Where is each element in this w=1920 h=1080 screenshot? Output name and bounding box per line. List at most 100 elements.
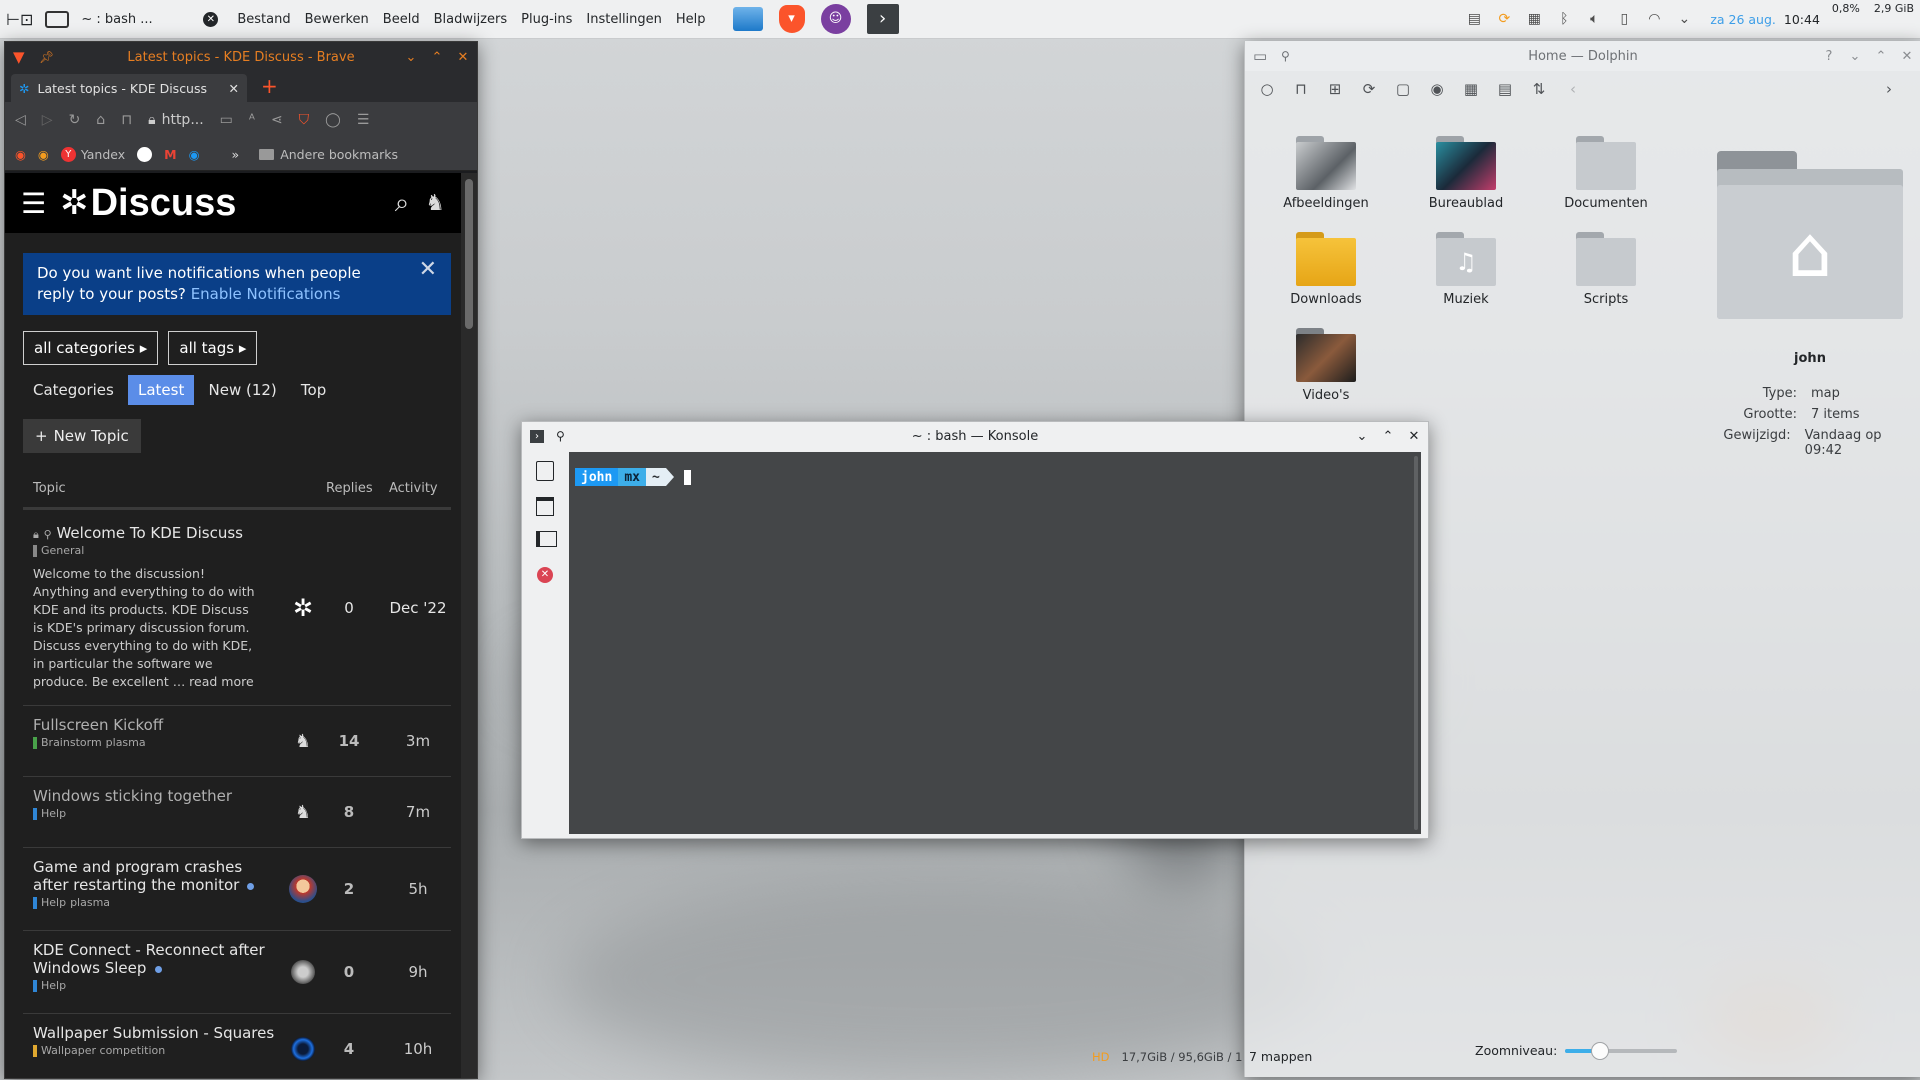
chevron-down-icon[interactable]: ⌄ [1675,10,1693,28]
new-tab-icon[interactable] [536,461,554,481]
zoom-slider[interactable] [1565,1041,1678,1060]
new-file-icon[interactable]: ▢ [1393,80,1413,98]
terminal-scrollbar[interactable] [1414,456,1418,830]
menu-bladwijzers[interactable]: Bladwijzers [427,12,515,27]
folder-videos[interactable]: Video's [1261,328,1391,403]
table-row[interactable]: 🔒︎ ⚲ Welcome To KDE Discuss General Welc… [23,510,451,706]
icons-view-icon[interactable]: ▦ [1461,80,1481,98]
activity-time[interactable]: 3m [383,706,453,776]
brave-shields-icon[interactable]: ⛉ [299,112,310,128]
tag-label[interactable]: plasma [106,736,146,749]
help-icon[interactable]: ? [1821,49,1837,64]
pin-icon[interactable]: ⚲ [556,429,565,443]
col-topic[interactable]: Topic [33,481,66,496]
konsole-titlebar[interactable]: › ⚲ ~ : bash — Konsole ⌄ ⌃ ✕ [522,422,1428,450]
close-window-button[interactable]: ✕ [197,0,224,38]
nav-new[interactable]: New (12) [199,375,287,405]
home-icon[interactable]: ⌂ [96,112,105,128]
split-horizontal-icon[interactable] [536,497,554,516]
folder-downloads[interactable]: Downloads [1261,232,1391,307]
gmail-icon[interactable]: M [164,147,176,162]
brave-titlebar[interactable]: ▼ 📌︎ Latest topics - KDE Discuss - Brave… [5,42,477,72]
sort-icon[interactable]: ⇅ [1529,80,1549,98]
split-vertical-icon[interactable] [536,531,557,547]
close-session-icon[interactable]: ✕ [537,567,553,583]
folder-afbeeldingen[interactable]: Afbeeldingen [1261,136,1391,211]
maximize-icon[interactable]: ⌃ [429,50,445,65]
forward-icon[interactable]: ▷ [42,112,53,128]
menu-help[interactable]: Help [669,12,713,27]
search-icon[interactable]: ⌕ [395,188,410,219]
clock[interactable]: za 26 aug. 10:44 [1704,0,1826,38]
col-replies[interactable]: Replies [326,481,373,496]
poster-avatar[interactable]: ♞ [283,777,323,847]
folder-scripts[interactable]: Scripts [1541,232,1671,307]
address-bar[interactable]: 🔒︎ http... [148,112,204,128]
activity-time[interactable]: 9h [383,931,453,1013]
select-icon[interactable]: ○ [1257,80,1277,98]
minimize-icon[interactable]: ⌄ [1847,49,1863,64]
table-row[interactable]: Game and program crashes after restartin… [23,848,451,931]
more-bookmarks-icon[interactable]: » [232,147,240,162]
bluetooth-icon[interactable]: ᛒ [1555,10,1573,28]
bookmark-blue-icon[interactable]: ◉ [189,147,200,162]
enable-notifications-link[interactable]: Enable Notifications [191,285,341,303]
tag-label[interactable]: plasma [70,896,110,909]
poster-avatar[interactable]: ♞ [283,706,323,776]
col-activity[interactable]: Activity [389,481,438,496]
scrollbar-thumb[interactable] [465,179,473,329]
brave-rewards-icon[interactable]: ◉ [15,147,26,162]
pin-icon[interactable]: 📌︎ [39,50,54,64]
translate-icon[interactable]: ᴬ [249,112,255,128]
table-row[interactable]: Wallpaper Submission - Squares Wallpaper… [23,1014,451,1078]
konsole-task-icon[interactable]: › [866,4,899,34]
table-row[interactable]: Windows sticking together Help ♞ 8 7m [23,777,451,848]
folder-documenten[interactable]: Documenten [1541,136,1671,211]
phone-icon[interactable]: ▯ [1615,10,1633,28]
maximize-icon[interactable]: ⌃ [1380,429,1396,444]
system-monitor[interactable]: 0,8% 2,9 GiB [1826,0,1920,40]
menu-plugins[interactable]: Plug-ins [514,12,579,27]
menu-icon[interactable]: ☰ [357,112,370,128]
bookmark-icon[interactable]: ⊓ [121,112,132,128]
kde-logo-icon[interactable]: ✲ [60,183,89,223]
activity-time[interactable]: 7m [383,777,453,847]
folder-bureaublad[interactable]: Bureaublad [1401,136,1531,211]
minimize-icon[interactable]: ⌄ [403,50,419,65]
zoom-slider-handle[interactable] [1590,1041,1609,1060]
discuss-logo-text[interactable]: Discuss [91,182,237,225]
app-launcher-button[interactable]: ⊢⊡ [0,0,39,38]
close-icon[interactable]: ✕ [455,50,471,65]
network-icon[interactable]: ◠ [1645,10,1663,28]
bookmark-orange-icon[interactable]: ◉ [38,147,49,162]
volume-icon[interactable]: 🔈︎ [1585,10,1603,28]
topic-category[interactable]: General [33,544,258,557]
menu-beeld[interactable]: Beeld [376,12,427,27]
user-avatar-icon[interactable]: ♞ [425,191,445,216]
table-row[interactable]: Fullscreen Kickoff Brainstorm plasma ♞ 1… [23,706,451,777]
poster-avatar[interactable] [283,848,323,930]
share-icon[interactable]: ⋖ [271,112,283,128]
forward-icon[interactable]: › [1879,80,1899,98]
pin-icon[interactable]: ⚲ [1281,49,1290,63]
details-view-icon[interactable]: ▤ [1495,80,1515,98]
minimize-icon[interactable]: ⌄ [1354,429,1370,444]
close-icon[interactable]: ✕ [1899,49,1915,64]
terminal-view[interactable]: john mx ~ [569,452,1421,834]
dolphin-task-icon[interactable] [732,7,763,31]
preview-icon[interactable]: ◉ [1427,80,1447,98]
new-topic-button[interactable]: + New Topic [23,419,141,453]
refresh-icon[interactable]: ⟳ [1359,80,1379,98]
topic-title[interactable]: KDE Connect - Reconnect after Windows Sl… [33,941,265,977]
dolphin-titlebar[interactable]: ▭ ⚲ Home — Dolphin ? ⌄ ⌃ ✕ [1245,41,1920,71]
activity-time[interactable]: 10h [383,1014,453,1078]
menu-bewerken[interactable]: Bewerken [298,12,376,27]
avatar-task-icon[interactable]: ☺ [820,4,851,34]
hamburger-icon[interactable]: ☰ [21,187,46,220]
new-window-icon[interactable]: ⊞ [1325,80,1345,98]
activity-time[interactable]: Dec '22 [383,510,453,705]
poster-avatar[interactable] [283,931,323,1013]
chat-icon[interactable]: ◯ [325,112,341,128]
brave-task-icon[interactable]: ▾ [778,5,805,33]
folder-muziek[interactable]: ♫ Muziek [1401,232,1531,307]
